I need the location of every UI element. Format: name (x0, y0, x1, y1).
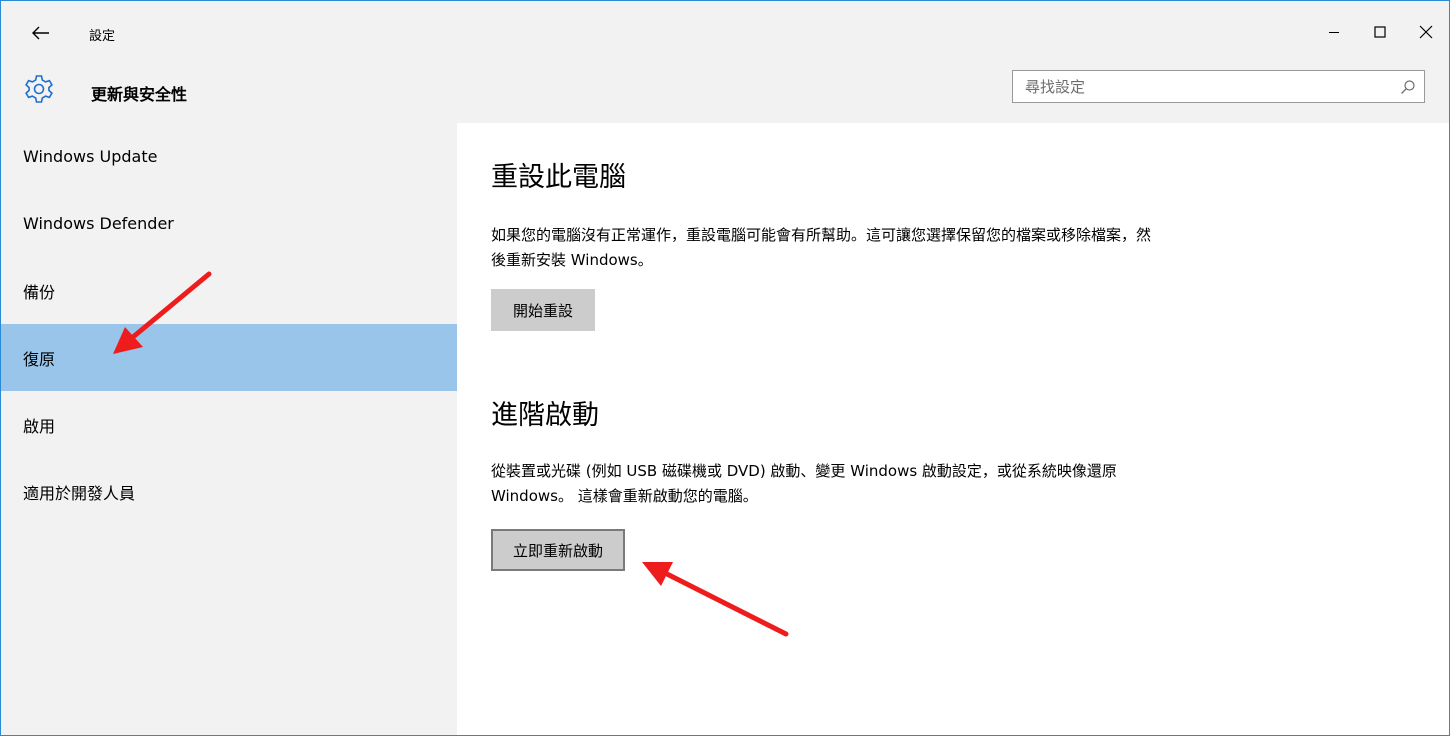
advanced-startup-description: 從裝置或光碟 (例如 USB 磁碟機或 DVD) 啟動、變更 Windows 啟… (491, 462, 1117, 505)
window-title: 設定 (89, 29, 116, 44)
sidebar-item-label: Windows Update (23, 147, 158, 166)
gear-icon (25, 75, 53, 103)
minimize-button[interactable] (1311, 1, 1357, 63)
sidebar-item-activation[interactable]: 啟用 (1, 391, 457, 458)
reset-pc-description: 如果您的電腦沒有正常運作，重設電腦可能會有所幫助。這可讓您選擇保留您的檔案或移除… (491, 226, 1152, 269)
sidebar-item-windows-update[interactable]: Windows Update (1, 123, 457, 190)
back-arrow-icon (32, 26, 49, 40)
section-title: 更新與安全性 (91, 85, 188, 104)
close-icon (1419, 25, 1433, 39)
sidebar-item-label: 復原 (23, 349, 56, 369)
header-bar: 更新與安全性 (1, 63, 1449, 123)
sidebar-item-for-developers[interactable]: 適用於開發人員 (1, 458, 457, 525)
sidebar-item-label: 適用於開發人員 (23, 483, 136, 503)
sidebar-item-label: 啟用 (23, 416, 56, 436)
maximize-icon (1374, 26, 1386, 38)
maximize-button[interactable] (1357, 1, 1403, 63)
window-controls (1311, 1, 1449, 63)
sidebar-nav: Windows Update Windows Defender 備份 復原 啟用… (1, 123, 457, 735)
search-icon (1401, 79, 1415, 94)
back-button[interactable] (21, 17, 61, 49)
advanced-startup-heading: 進階啟動 (491, 400, 599, 431)
search-button[interactable] (1392, 71, 1424, 102)
sidebar-item-label: Windows Defender (23, 214, 174, 233)
settings-window: 設定 更新與安全性 尋找設定 Windows Update Windows De… (0, 0, 1450, 736)
sidebar-item-windows-defender[interactable]: Windows Defender (1, 190, 457, 257)
sidebar-item-backup[interactable]: 備份 (1, 257, 457, 324)
search-box[interactable] (1012, 70, 1425, 103)
main-content: 重設此電腦 如果您的電腦沒有正常運作，重設電腦可能會有所幫助。這可讓您選擇保留您… (457, 123, 1449, 735)
title-bar: 設定 (1, 1, 1449, 63)
restart-now-button[interactable]: 立即重新啟動 (491, 529, 626, 571)
sidebar-item-label: 備份 (23, 282, 56, 302)
close-button[interactable] (1403, 1, 1449, 63)
start-reset-button[interactable]: 開始重設 (491, 289, 596, 331)
sidebar-item-recovery[interactable]: 復原 (1, 324, 457, 391)
search-input[interactable] (1013, 71, 1392, 102)
reset-pc-heading: 重設此電腦 (491, 162, 626, 193)
minimize-icon (1329, 32, 1339, 33)
